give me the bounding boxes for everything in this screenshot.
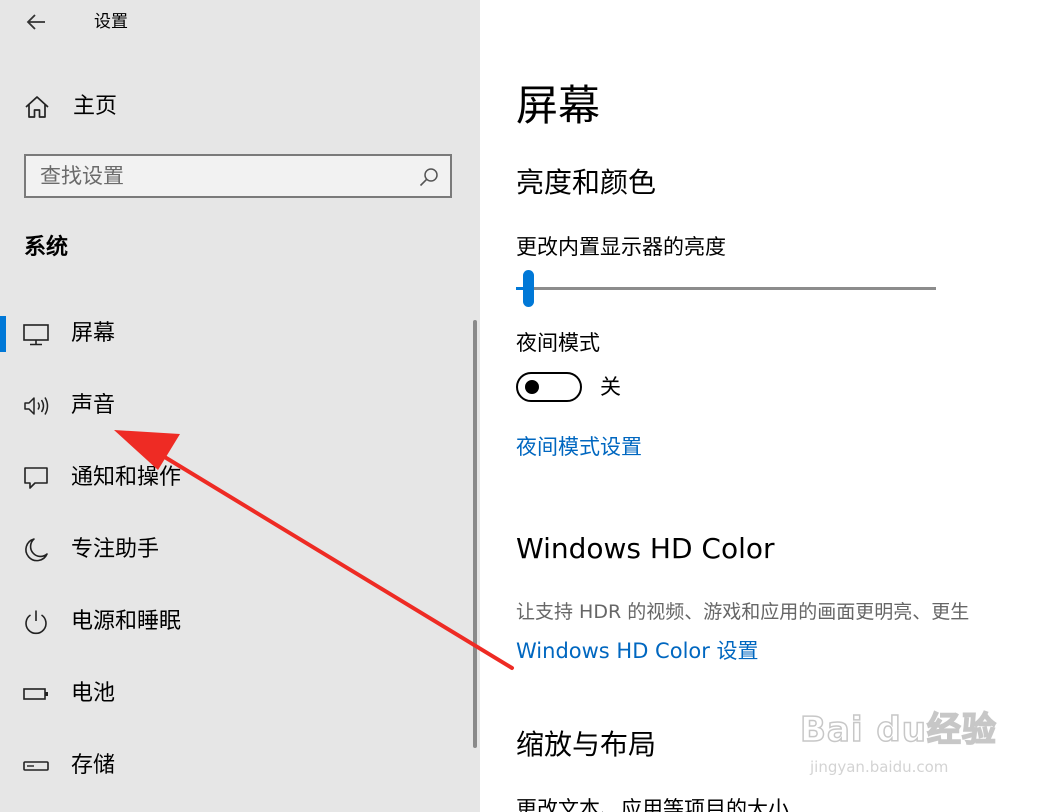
search-input[interactable] [40, 162, 410, 190]
sidebar-item-home[interactable]: 主页 [0, 84, 480, 130]
toggle-knob [525, 380, 539, 394]
sidebar-item-storage[interactable]: 存储 [0, 730, 470, 802]
night-light-label: 夜间模式 [516, 331, 600, 355]
search-icon[interactable] [418, 166, 440, 188]
hd-color-description: 让支持 HDR 的视频、游戏和应用的画面更明亮、更生 [516, 601, 970, 623]
scale-label: 更改文本、应用等项目的大小 [516, 797, 789, 812]
night-light-toggle[interactable] [516, 372, 582, 402]
search-box[interactable] [24, 154, 452, 198]
sidebar-scrollbar[interactable] [473, 320, 477, 748]
notification-icon [24, 467, 48, 489]
selection-indicator [0, 316, 6, 352]
home-icon [25, 96, 49, 118]
storage-icon [23, 761, 49, 771]
page-title: 屏幕 [516, 81, 601, 130]
hd-color-settings-link[interactable]: Windows HD Color 设置 [516, 636, 759, 666]
brightness-slider[interactable] [516, 270, 936, 308]
sidebar-item-notifications[interactable]: 通知和操作 [0, 442, 470, 514]
settings-window: 设置 主页 系统 屏幕 [0, 0, 1040, 812]
sidebar-item-label: 存储 [71, 753, 116, 778]
brightness-label: 更改内置显示器的亮度 [516, 235, 726, 259]
nav-group-title: 系统 [24, 235, 69, 260]
monitor-icon [23, 324, 49, 346]
sidebar: 设置 主页 系统 屏幕 [0, 0, 480, 812]
sidebar-item-label: 电源和睡眠 [71, 609, 182, 634]
back-button[interactable] [22, 8, 50, 36]
section-title-hd-color: Windows HD Color [516, 532, 775, 565]
arrow-left-icon [26, 14, 45, 30]
speaker-icon [24, 397, 49, 415]
sidebar-item-label: 声音 [71, 393, 116, 418]
battery-icon [23, 688, 48, 700]
sidebar-item-sound[interactable]: 声音 [0, 370, 470, 442]
sidebar-item-label: 专注助手 [71, 537, 160, 562]
sidebar-item-battery[interactable]: 电池 [0, 658, 470, 730]
section-title-scale-layout: 缩放与布局 [516, 728, 657, 761]
sidebar-item-label: 通知和操作 [71, 465, 182, 490]
section-title-brightness-color: 亮度和颜色 [516, 166, 657, 199]
window-title: 设置 [94, 12, 128, 32]
sidebar-item-label: 电池 [71, 681, 116, 706]
slider-thumb[interactable] [523, 270, 534, 307]
sidebar-item-label: 主页 [73, 94, 118, 119]
sidebar-item-display[interactable]: 屏幕 [0, 298, 470, 370]
sidebar-item-focus-assist[interactable]: 专注助手 [0, 514, 470, 586]
moon-icon [25, 538, 48, 562]
main-content: 屏幕 亮度和颜色 更改内置显示器的亮度 夜间模式 关 夜间模式设置 Window… [480, 0, 1040, 812]
night-light-settings-link[interactable]: 夜间模式设置 [516, 432, 642, 462]
power-icon [25, 610, 47, 635]
sidebar-item-label: 屏幕 [71, 321, 116, 346]
slider-track [516, 287, 936, 290]
night-light-state: 关 [600, 375, 621, 399]
nav-list: 屏幕 声音 通知和操作 专注助手 电源和睡眠 电池 存储 [0, 298, 470, 802]
sidebar-item-power-sleep[interactable]: 电源和睡眠 [0, 586, 470, 658]
